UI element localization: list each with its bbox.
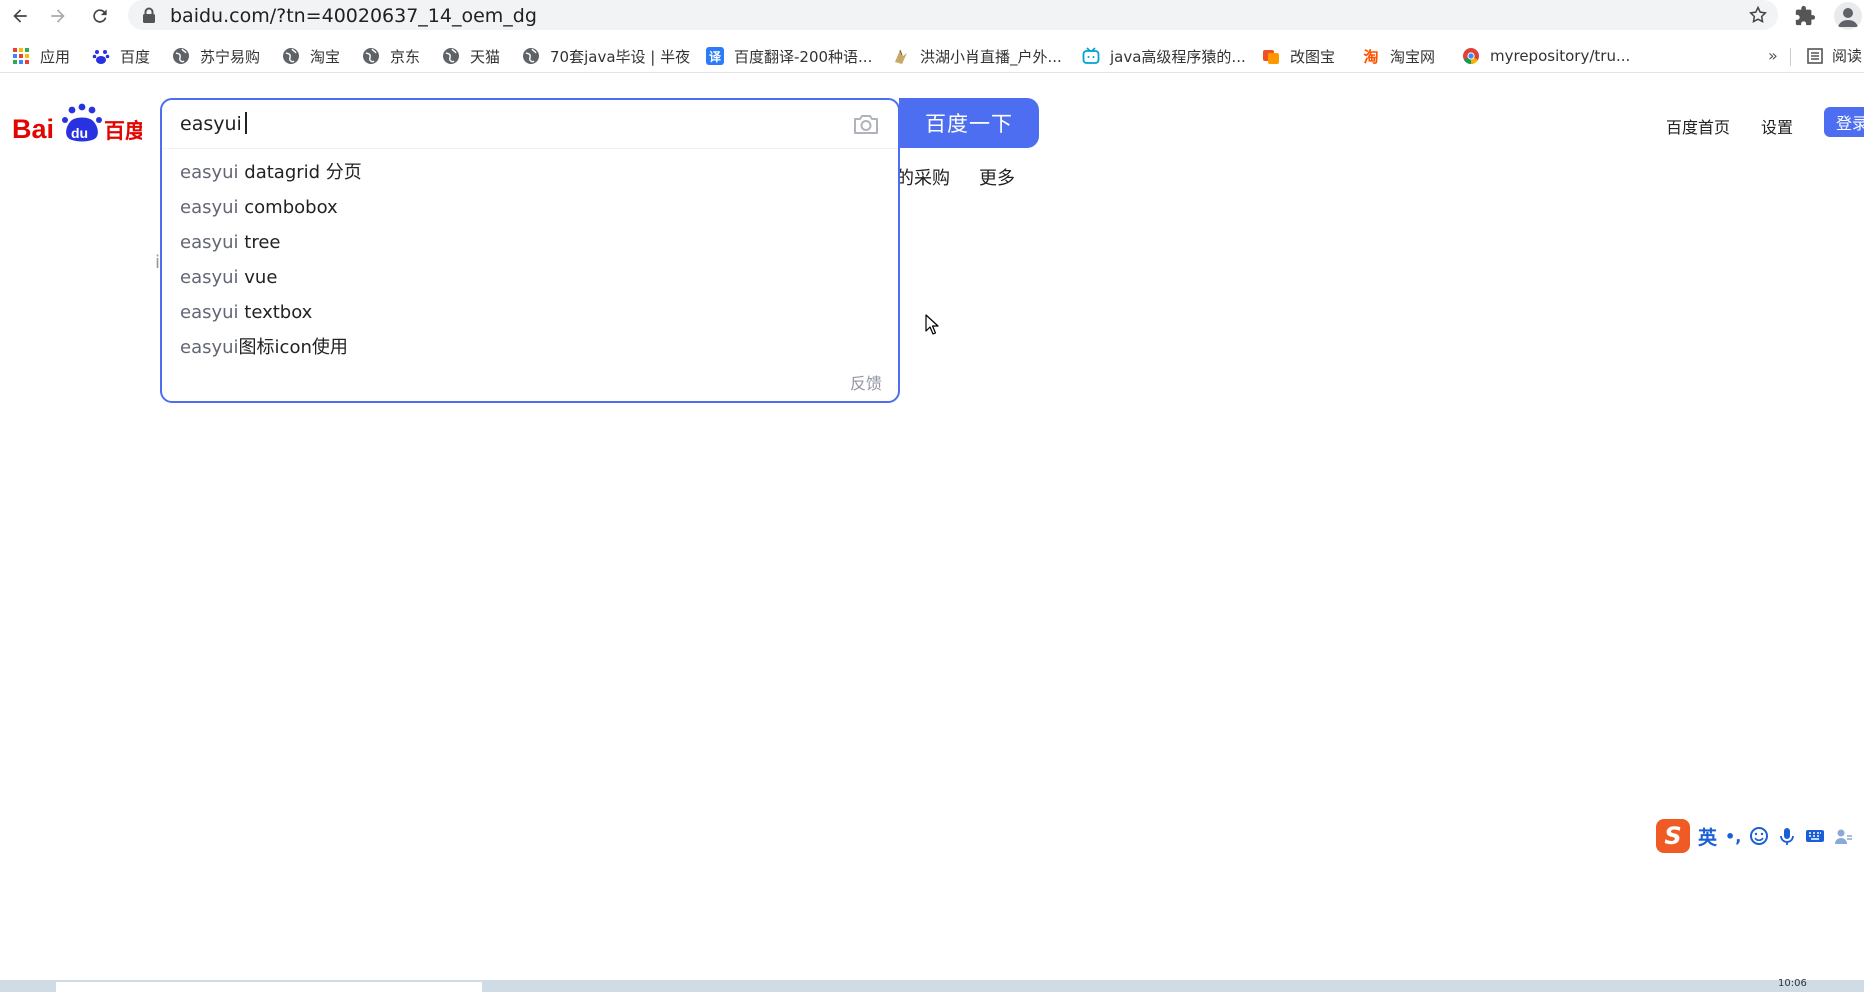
- bookmark-label: myrepository/tru...: [1490, 47, 1631, 65]
- taskbar-search-box[interactable]: [56, 982, 482, 992]
- bookmark-jd[interactable]: 京东: [362, 45, 420, 67]
- nav-item-purchase[interactable]: 的采购: [896, 164, 950, 190]
- baidu-home-link[interactable]: 百度首页: [1666, 114, 1730, 138]
- globe-icon: [173, 48, 189, 64]
- taskbar-clock: 10:06: [1778, 978, 1807, 989]
- live-stream-icon: [895, 49, 907, 64]
- bookmark-baidu-translate[interactable]: 译 百度翻译-200种语...: [706, 45, 872, 67]
- bookmark-label: java高级程序猿的...: [1110, 47, 1246, 66]
- user-skin-icon[interactable]: [1833, 826, 1853, 846]
- reload-icon: [93, 9, 107, 23]
- bookmark-label: 淘宝: [310, 47, 341, 66]
- suggestion-item[interactable]: easyui vue: [162, 260, 898, 295]
- settings-link[interactable]: 设置: [1761, 114, 1793, 138]
- person-icon: [1838, 8, 1858, 27]
- reading-list-icon: [1807, 47, 1823, 64]
- search-query-text[interactable]: easyui: [180, 112, 247, 135]
- baidu-translate-icon: 译: [706, 47, 724, 65]
- ime-language-toggle[interactable]: 英: [1698, 823, 1717, 850]
- bookmark-label: 洪湖小肖直播_户外...: [920, 47, 1062, 66]
- globe-icon: [363, 48, 379, 64]
- search-input[interactable]: easyui: [162, 100, 898, 149]
- profile-avatar[interactable]: [1834, 2, 1862, 30]
- svg-text:du: du: [71, 125, 88, 141]
- ime-punctuation-toggle[interactable]: •,: [1725, 827, 1741, 846]
- bookmark-label: 百度翻译-200种语...: [734, 47, 873, 66]
- bookmarks-overflow-button[interactable]: »: [1768, 46, 1778, 65]
- bookmark-baidu[interactable]: 百度: [92, 45, 150, 67]
- feedback-link[interactable]: 反馈: [850, 370, 882, 394]
- keyboard-icon[interactable]: [1805, 826, 1825, 846]
- baidu-paw-icon: [92, 50, 110, 64]
- baidu-logo[interactable]: Bai du 百度: [12, 98, 142, 146]
- gaitubao-icon: [1263, 50, 1279, 64]
- bookmark-live-stream[interactable]: 洪湖小肖直播_户外...: [892, 45, 1062, 67]
- bookmark-label: 70套java毕设 | 半夜: [550, 47, 691, 66]
- apps-grid-icon: [13, 48, 29, 64]
- os-taskbar: 10:06: [0, 978, 1864, 992]
- ime-toolbar: S 英 •,: [1656, 818, 1864, 854]
- bookmarks-bar: 应用 百度 苏宁易购 淘宝 京东 天猫 70套java毕设 | 半夜 译 百度翻…: [0, 40, 1864, 73]
- svg-text:百度: 百度: [104, 119, 142, 143]
- text-caret: [244, 112, 247, 134]
- reload-button[interactable]: [88, 4, 112, 28]
- back-button[interactable]: [8, 4, 32, 28]
- back-arrow-icon: [13, 9, 27, 23]
- lock-icon: [143, 7, 155, 23]
- login-button[interactable]: 登录: [1824, 107, 1864, 137]
- taobao-icon: 淘: [1363, 47, 1379, 66]
- bookmark-label: 百度: [120, 47, 151, 66]
- nav-item-more[interactable]: 更多: [979, 164, 1015, 190]
- bookmarks-divider: [1790, 48, 1791, 66]
- suggestion-item[interactable]: easyui textbox: [162, 295, 898, 330]
- bookmark-label: 京东: [390, 47, 421, 66]
- bookmark-label: 改图宝: [1290, 47, 1336, 66]
- bookmark-label: 天猫: [470, 47, 501, 66]
- extensions-puzzle-icon[interactable]: [1794, 5, 1816, 27]
- reading-list-button[interactable]: 阅读: [1806, 45, 1862, 66]
- browser-toolbar: baidu.com/?tn=40020637_14_oem_dg: [0, 0, 1864, 32]
- forward-button[interactable]: [46, 4, 70, 28]
- bookmark-tmall[interactable]: 天猫: [442, 45, 500, 67]
- reading-list-label: 阅读: [1832, 47, 1863, 65]
- suggestion-item[interactable]: easyui图标icon使用: [162, 330, 898, 365]
- url-text: baidu.com/?tn=40020637_14_oem_dg: [170, 5, 537, 27]
- bookmark-star-icon[interactable]: [1748, 5, 1768, 25]
- bookmark-java-projects[interactable]: 70套java毕设 | 半夜: [522, 45, 690, 67]
- suggestion-item[interactable]: easyui tree: [162, 225, 898, 260]
- bilibili-icon: [1082, 47, 1100, 64]
- bookmark-label: 苏宁易购: [200, 47, 261, 66]
- bookmark-gaitubao[interactable]: 改图宝: [1262, 45, 1335, 67]
- chrome-icon: [1463, 48, 1479, 64]
- search-button[interactable]: 百度一下: [899, 98, 1039, 148]
- suggestion-list: easyui datagrid 分页 easyui combobox easyu…: [162, 155, 898, 365]
- bookmark-label: 淘宝网: [1390, 47, 1436, 66]
- bookmark-label: 应用: [40, 47, 71, 66]
- search-box-with-suggestions: easyui easyui datagrid 分页 easyui combobo…: [160, 98, 900, 403]
- svg-text:Bai: Bai: [12, 114, 54, 144]
- globe-icon: [523, 48, 539, 64]
- mouse-cursor-icon: [925, 314, 939, 335]
- forward-arrow-icon: [51, 9, 65, 23]
- bookmark-bilibili[interactable]: java高级程序猿的...: [1082, 45, 1246, 67]
- emoji-icon[interactable]: [1749, 826, 1769, 846]
- suggestion-item[interactable]: easyui datagrid 分页: [162, 155, 898, 190]
- microphone-icon[interactable]: [1777, 826, 1797, 846]
- bookmark-taobao[interactable]: 淘宝: [282, 45, 340, 67]
- bookmark-suning[interactable]: 苏宁易购: [172, 45, 260, 67]
- address-bar[interactable]: baidu.com/?tn=40020637_14_oem_dg: [128, 0, 1778, 30]
- bookmark-taobao-net[interactable]: 淘 淘宝网: [1362, 45, 1435, 67]
- suggestion-item[interactable]: easyui combobox: [162, 190, 898, 225]
- camera-icon[interactable]: [852, 112, 880, 136]
- bookmark-apps[interactable]: 应用: [12, 45, 70, 67]
- globe-icon: [443, 48, 459, 64]
- bookmark-myrepository[interactable]: myrepository/tru...: [1462, 45, 1630, 67]
- globe-icon: [283, 48, 299, 64]
- sogou-ime-logo[interactable]: S: [1656, 819, 1690, 853]
